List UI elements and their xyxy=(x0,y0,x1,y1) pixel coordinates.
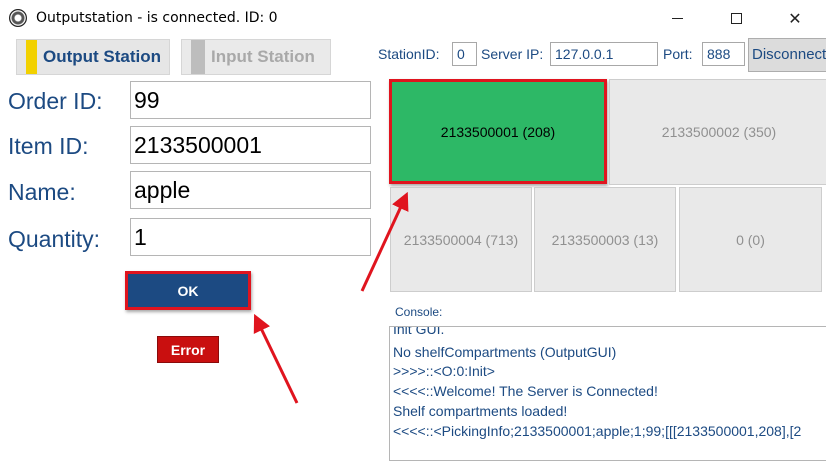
port-label: Port: xyxy=(663,46,693,62)
window-title: Outputstation - is connected. ID: 0 xyxy=(36,10,278,26)
order-id-field[interactable]: 99 xyxy=(130,81,371,119)
output-station-label: Output Station xyxy=(43,47,162,66)
item-id-field[interactable]: 2133500001 xyxy=(130,126,371,164)
minimize-icon xyxy=(671,17,683,19)
console-line: Shelf compartments loaded! xyxy=(393,403,568,419)
name-field[interactable]: apple xyxy=(130,171,371,209)
error-badge[interactable]: Error xyxy=(157,336,219,363)
ok-button[interactable]: OK xyxy=(125,271,251,310)
input-station-label: Input Station xyxy=(211,47,315,66)
maximize-button[interactable] xyxy=(713,0,759,36)
console-line: Init GUI. xyxy=(393,326,445,337)
input-station-tab[interactable]: Input Station xyxy=(181,39,331,75)
server-ip-label: Server IP: xyxy=(481,46,544,62)
title-bar: Outputstation - is connected. ID: 0 ✕ xyxy=(0,0,826,36)
disconnect-button[interactable]: Disconnect xyxy=(748,38,826,72)
app-icon xyxy=(9,9,27,27)
console-output[interactable]: Init GUI. No shelfCompartments (OutputGU… xyxy=(389,326,826,461)
compartment-3[interactable]: 2133500004 (713) xyxy=(390,187,532,292)
station-id-label: StationID: xyxy=(378,46,440,62)
name-label: Name: xyxy=(8,179,76,205)
input-station-indicator xyxy=(191,40,205,74)
arrow-to-ok-button xyxy=(253,313,299,404)
minimize-button[interactable] xyxy=(654,0,700,36)
quantity-field[interactable]: 1 xyxy=(130,218,371,256)
port-field[interactable]: 888 xyxy=(702,42,745,66)
server-ip-field[interactable]: 127.0.0.1 xyxy=(550,42,658,66)
compartment-5[interactable]: 0 (0) xyxy=(679,187,822,292)
station-id-field[interactable]: 0 xyxy=(452,42,477,66)
console-line: No shelfCompartments (OutputGUI) xyxy=(393,344,617,360)
quantity-label: Quantity: xyxy=(8,226,101,252)
compartment-2[interactable]: 2133500002 (350) xyxy=(609,79,826,185)
item-id-label: Item ID: xyxy=(8,133,89,159)
console-line: <<<<::<PickingInfo;2133500001;apple;1;99… xyxy=(393,423,802,439)
output-station-tab[interactable]: Output Station xyxy=(16,39,170,75)
close-icon: ✕ xyxy=(788,8,802,28)
output-station-indicator xyxy=(26,40,37,74)
close-button[interactable]: ✕ xyxy=(772,0,818,36)
maximize-icon xyxy=(730,12,742,24)
compartment-4[interactable]: 2133500003 (13) xyxy=(534,187,676,292)
console-label: Console: xyxy=(395,305,443,319)
order-id-label: Order ID: xyxy=(8,88,103,114)
compartment-1[interactable]: 2133500001 (208) xyxy=(389,79,607,184)
console-line: >>>>::<O:0:Init> xyxy=(393,363,495,379)
console-line: <<<<::Welcome! The Server is Connected! xyxy=(393,383,658,399)
ok-button-label: OK xyxy=(177,282,199,299)
